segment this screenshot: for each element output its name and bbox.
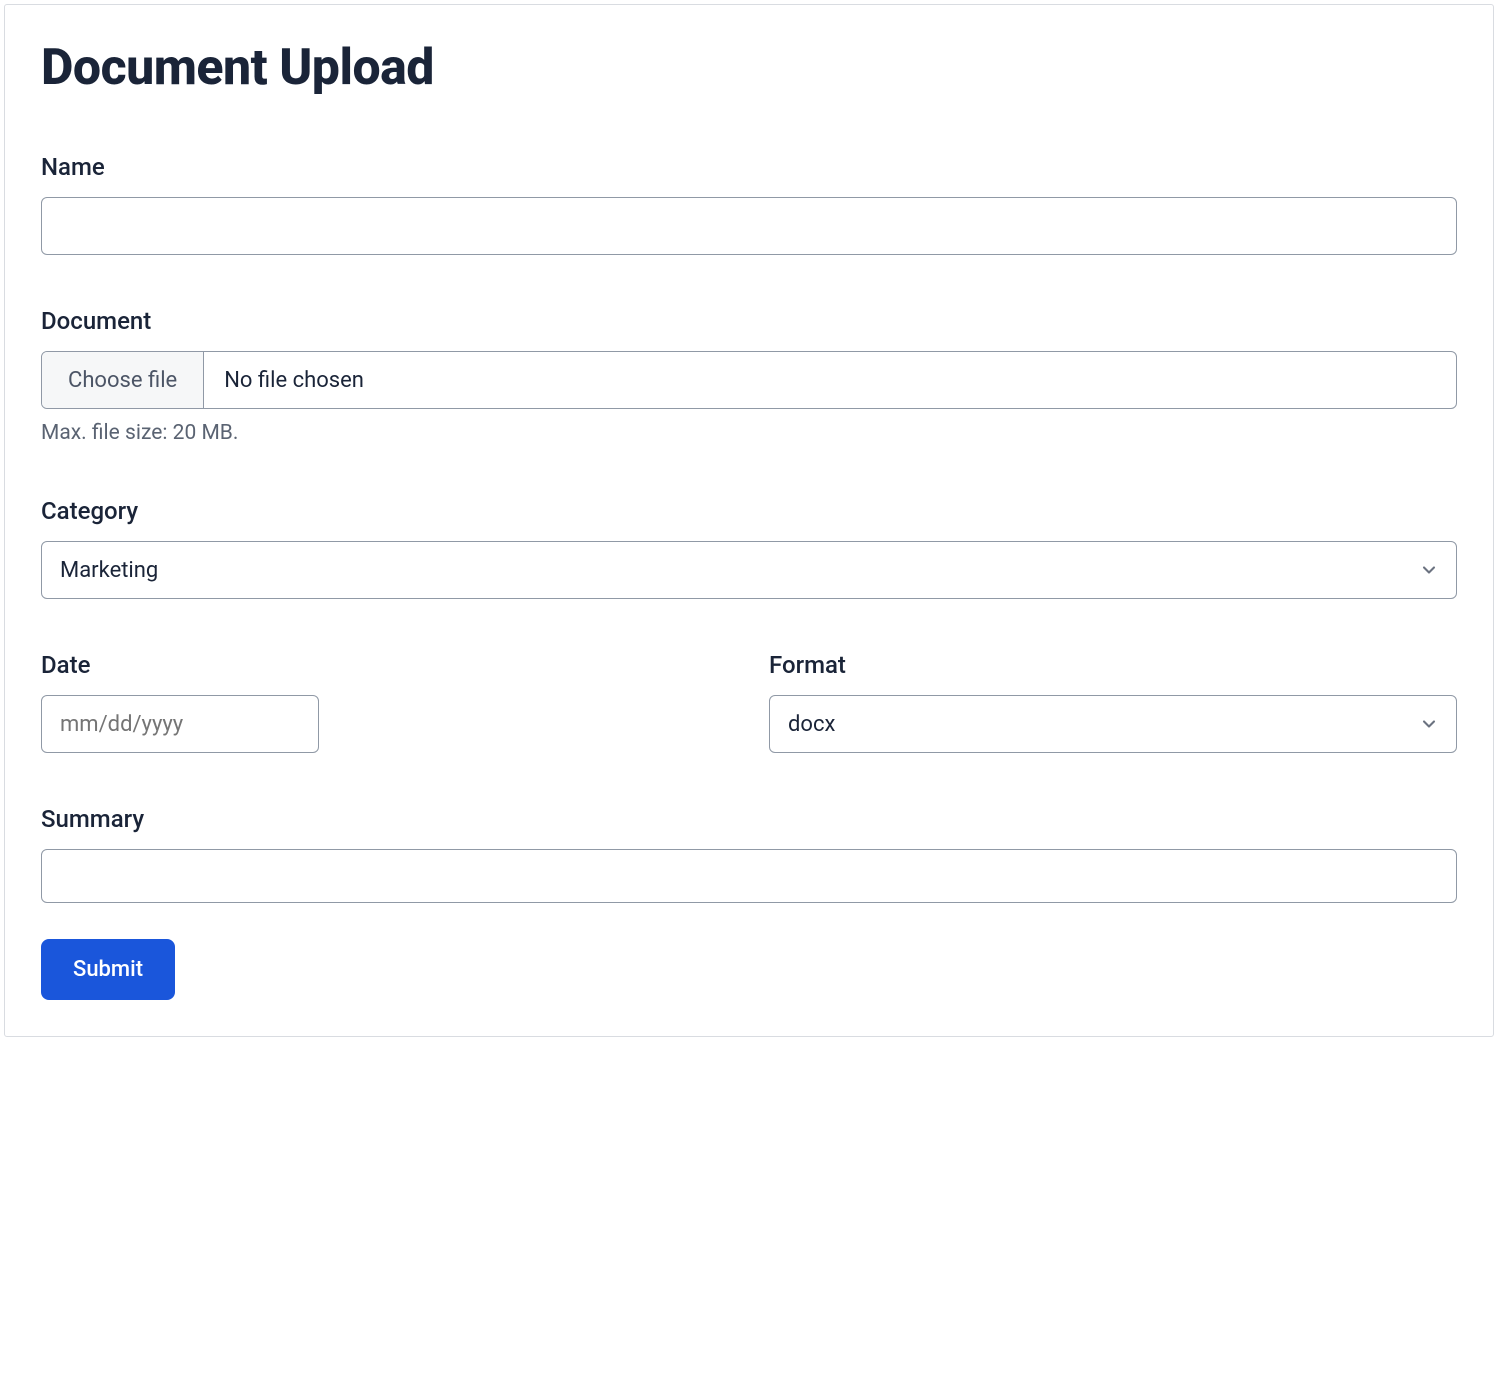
- submit-button[interactable]: Submit: [41, 939, 175, 1000]
- category-label: Category: [41, 497, 1457, 525]
- upload-form-container: Document Upload Name Document Choose fil…: [4, 4, 1494, 1037]
- format-label: Format: [769, 651, 1457, 679]
- format-field-group: Format docx: [769, 651, 1457, 753]
- category-field-group: Category Marketing: [41, 497, 1457, 599]
- file-input-wrapper: Choose file No file chosen: [41, 351, 1457, 409]
- name-input[interactable]: [41, 197, 1457, 255]
- summary-input[interactable]: [41, 849, 1457, 903]
- file-status-text: No file chosen: [204, 352, 1456, 408]
- date-format-row: Date Format docx: [41, 651, 1457, 753]
- name-field-group: Name: [41, 153, 1457, 255]
- date-input[interactable]: [41, 695, 319, 753]
- format-select-wrapper: docx: [769, 695, 1457, 753]
- category-select-wrapper: Marketing: [41, 541, 1457, 599]
- format-select[interactable]: docx: [769, 695, 1457, 753]
- document-field-group: Document Choose file No file chosen Max.…: [41, 307, 1457, 445]
- date-label: Date: [41, 651, 729, 679]
- document-label: Document: [41, 307, 1457, 335]
- category-select[interactable]: Marketing: [41, 541, 1457, 599]
- choose-file-button[interactable]: Choose file: [42, 352, 204, 408]
- page-title: Document Upload: [41, 39, 1457, 97]
- name-label: Name: [41, 153, 1457, 181]
- file-help-text: Max. file size: 20 MB.: [41, 421, 1457, 445]
- date-field-group: Date: [41, 651, 729, 753]
- summary-label: Summary: [41, 805, 1457, 833]
- summary-field-group: Summary: [41, 805, 1457, 903]
